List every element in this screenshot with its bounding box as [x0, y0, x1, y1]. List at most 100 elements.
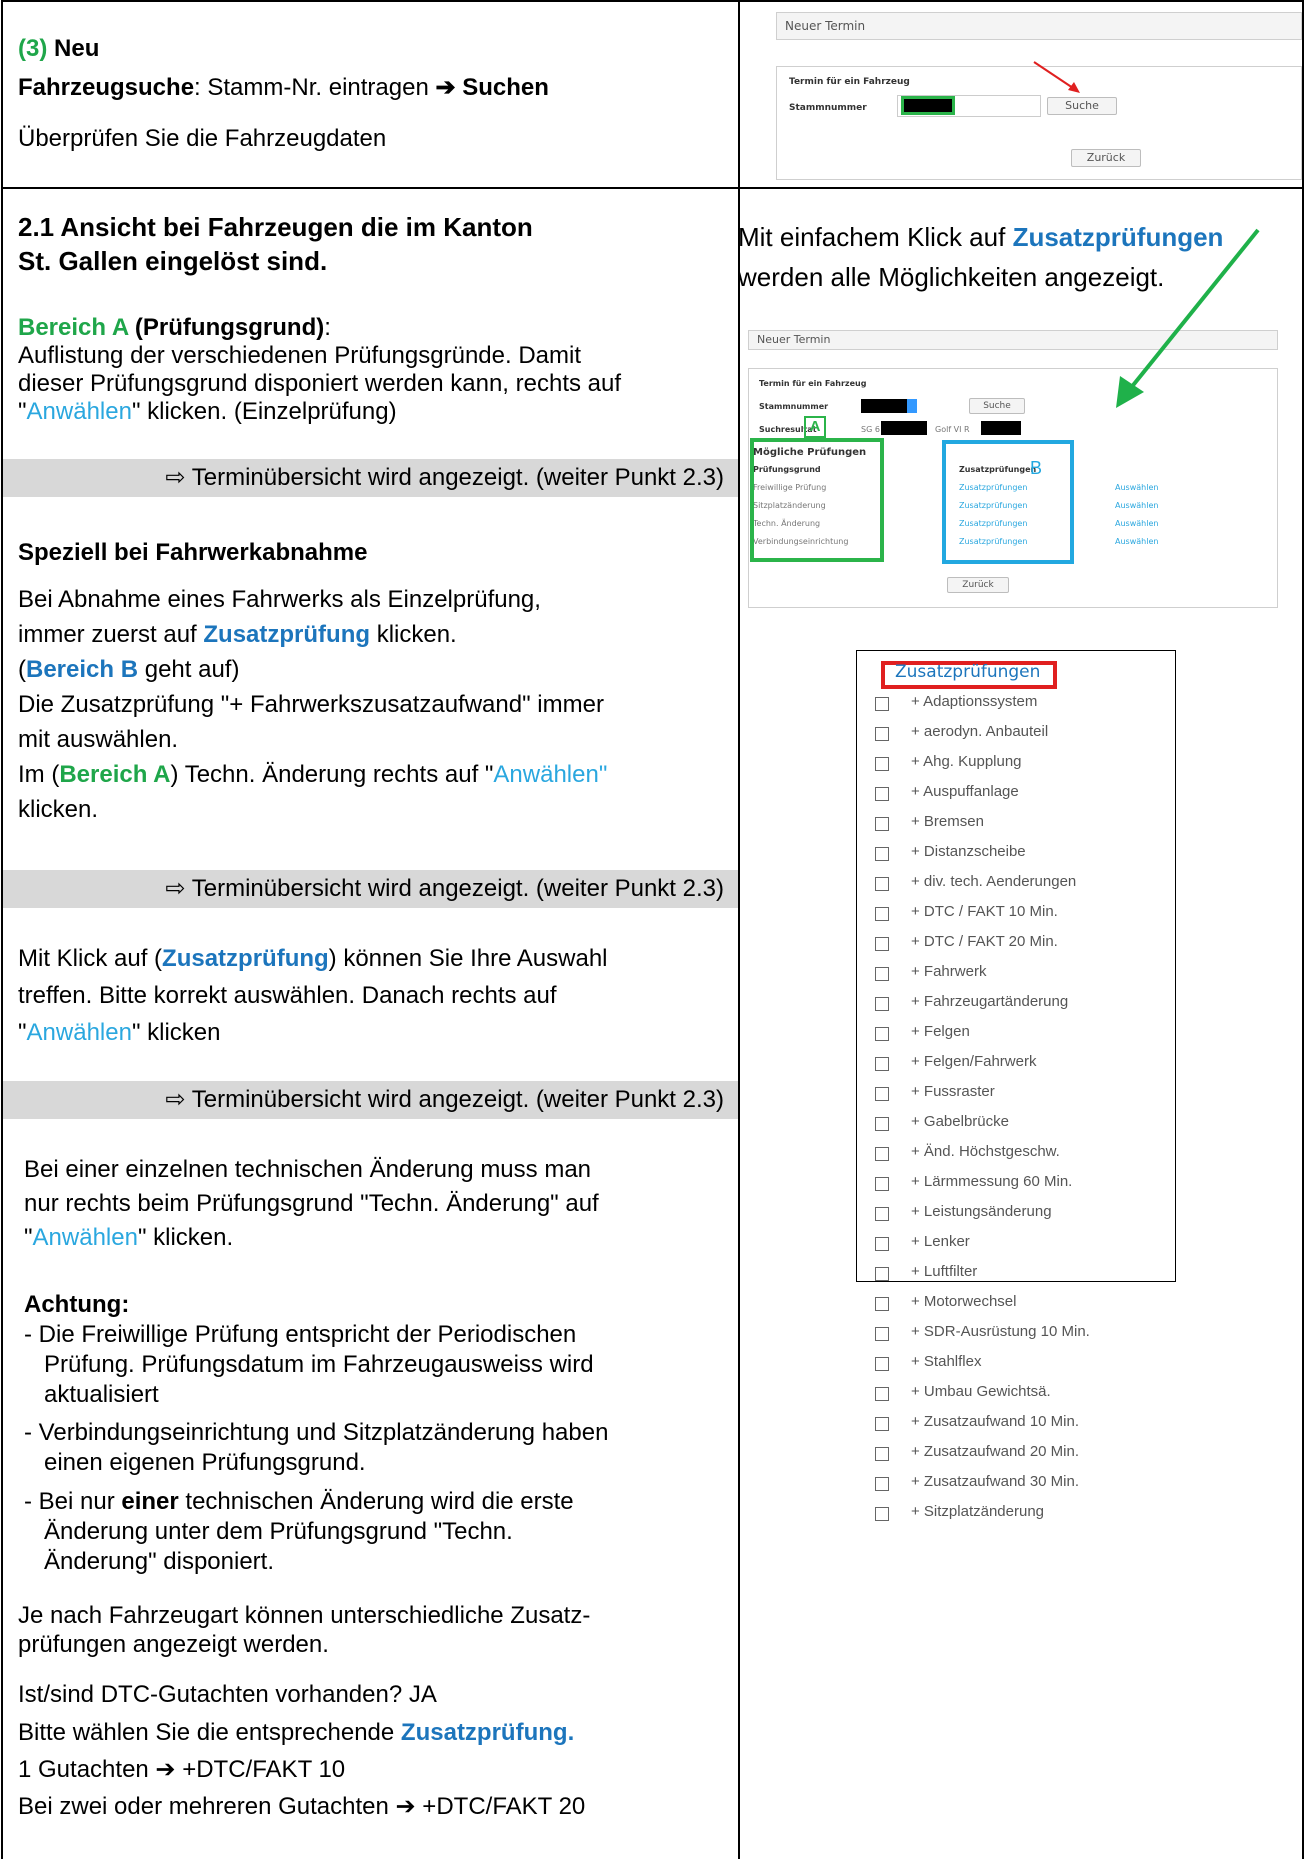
checkbox[interactable] — [875, 1027, 889, 1041]
checkbox-list-item[interactable]: + Fahrzeugartänderung — [857, 989, 1127, 1019]
stammnummer-suffix — [907, 399, 917, 413]
checkbox-list-item[interactable]: + Lärmmessung 60 Min. — [857, 1169, 1127, 1199]
select-link-1[interactable]: Auswählen — [1115, 483, 1158, 492]
checkbox[interactable] — [875, 1117, 889, 1131]
checkbox[interactable] — [875, 877, 889, 891]
checkbox[interactable] — [875, 1147, 889, 1161]
checkbox[interactable] — [875, 1297, 889, 1311]
footer-text-1: Je nach Fahrzeugart können unterschiedli… — [18, 1602, 591, 1629]
checkbox-list-item[interactable]: + Änd. Höchstgeschw. — [857, 1139, 1127, 1169]
select-link-3[interactable]: Auswählen — [1115, 519, 1158, 528]
select-link-4[interactable]: Auswählen — [1115, 537, 1158, 546]
checkbox-list-item[interactable]: + Sitzplatzänderung — [857, 1499, 1127, 1529]
select-link-2[interactable]: Auswählen — [1115, 501, 1158, 510]
area-a-heading: Bereich A (Prüfungsgrund): — [18, 314, 331, 341]
checkbox[interactable] — [875, 697, 889, 711]
step-heading: (3) Neu — [18, 35, 100, 62]
single-change-text-1: Bei einer einzelnen technischen Änderung… — [24, 1156, 592, 1183]
checkbox-list-item[interactable]: + Zusatzaufwand 30 Min. — [857, 1469, 1127, 1499]
checkbox-list-item[interactable]: + Zusatzaufwand 10 Min. — [857, 1409, 1127, 1439]
checkbox-label: + Leistungsänderung — [911, 1203, 1052, 1220]
special-text-6: Im (Bereich A) Techn. Änderung rechts au… — [18, 761, 608, 788]
area-a-text-2: dieser Prüfungsgrund disponiert werden k… — [18, 370, 622, 397]
checkbox-list-item[interactable]: + Lenker — [857, 1229, 1127, 1259]
checkbox-list-item[interactable]: + Motorwechsel — [857, 1289, 1127, 1319]
checkbox[interactable] — [875, 937, 889, 951]
checkbox-label: + Lärmmessung 60 Min. — [911, 1173, 1073, 1190]
checkbox-list-item[interactable]: + Distanzscheibe — [857, 839, 1127, 869]
area-b-highlight — [942, 440, 1074, 564]
attention-item-3c: Änderung" disponiert. — [44, 1548, 275, 1575]
checkbox[interactable] — [875, 1327, 889, 1341]
checkbox[interactable] — [875, 907, 889, 921]
checkbox[interactable] — [875, 1267, 889, 1281]
overview-bar-2: ⇨ Terminübersicht wird angezeigt. (weite… — [3, 870, 738, 908]
special-text-5: mit auswählen. — [18, 726, 179, 753]
footer-text-3: Ist/sind DTC-Gutachten vorhanden? JA — [18, 1681, 437, 1708]
checkbox-list-item[interactable]: + Umbau Gewichtsä. — [857, 1379, 1127, 1409]
checkbox[interactable] — [875, 847, 889, 861]
checkbox[interactable] — [875, 1087, 889, 1101]
checkbox-list-item[interactable]: + aerodyn. Anbauteil — [857, 719, 1127, 749]
checkbox-list-item[interactable]: + Gabelbrücke — [857, 1109, 1127, 1139]
checkbox-list-item[interactable]: + Luftfilter — [857, 1259, 1127, 1289]
checkbox-label: + div. tech. Aenderungen — [911, 873, 1077, 890]
checkbox[interactable] — [875, 1447, 889, 1461]
checkbox[interactable] — [875, 1207, 889, 1221]
outer-top-border — [1, 0, 1304, 2]
single-change-text-2: nur rechts beim Prüfungsgrund "Techn. Än… — [24, 1190, 599, 1217]
checkbox-list-item[interactable]: + Zusatzaufwand 20 Min. — [857, 1439, 1127, 1469]
checkbox-label: + Stahlflex — [911, 1353, 982, 1370]
checkbox-list-item[interactable]: + Felgen — [857, 1019, 1127, 1049]
checkbox-label: + Änd. Höchstgeschw. — [911, 1143, 1060, 1160]
checkbox-list-item[interactable]: + Felgen/Fahrwerk — [857, 1049, 1127, 1079]
attention-item-3: - Bei nur einer technischen Änderung wir… — [24, 1488, 574, 1515]
checkbox[interactable] — [875, 1477, 889, 1491]
checkbox-list-item[interactable]: + Fahrwerk — [857, 959, 1127, 989]
checkbox[interactable] — [875, 727, 889, 741]
stammnummer-input[interactable] — [897, 95, 1041, 117]
list-title[interactable]: Zusatzprüfungen — [895, 662, 1040, 682]
checkbox-list-item[interactable]: + DTC / FAKT 10 Min. — [857, 899, 1127, 929]
checkbox-list-item[interactable]: + Fussraster — [857, 1079, 1127, 1109]
checkbox[interactable] — [875, 1177, 889, 1191]
stammnummer-label-2: Stammnummer — [759, 402, 829, 411]
result-prefix: SG 6 — [861, 425, 880, 434]
checkbox-list-item[interactable]: + SDR-Ausrüstung 10 Min. — [857, 1319, 1127, 1349]
checkbox[interactable] — [875, 1237, 889, 1251]
checkbox[interactable] — [875, 817, 889, 831]
checkbox-list-item[interactable]: + Bremsen — [857, 809, 1127, 839]
check-data-text: Überprüfen Sie die Fahrzeugdaten — [18, 125, 387, 152]
checkbox[interactable] — [875, 1357, 889, 1371]
checkbox-list-item[interactable]: + Leistungsänderung — [857, 1199, 1127, 1229]
checkbox[interactable] — [875, 757, 889, 771]
attention-heading: Achtung: — [24, 1291, 130, 1318]
checkbox-list-item[interactable]: + DTC / FAKT 20 Min. — [857, 929, 1127, 959]
checkbox-label: + Bremsen — [911, 813, 984, 830]
checkbox[interactable] — [875, 967, 889, 981]
checkbox-list-item[interactable]: + Auspuffanlage — [857, 779, 1127, 809]
checkbox-label: + Zusatzaufwand 20 Min. — [911, 1443, 1080, 1460]
special-text-3: (Bereich B geht auf) — [18, 656, 240, 683]
section-heading-line1: 2.1 Ansicht bei Fahrzeugen die im Kanton — [18, 212, 533, 242]
checkbox-list-item[interactable]: + div. tech. Aenderungen — [857, 869, 1127, 899]
checkbox-list-item[interactable]: + Ahg. Kupplung — [857, 749, 1127, 779]
search-button-2[interactable]: Suche — [969, 398, 1025, 414]
checkbox-label: + Sitzplatzänderung — [911, 1503, 1045, 1520]
checkbox[interactable] — [875, 787, 889, 801]
back-button-2[interactable]: Zurück — [947, 577, 1009, 593]
checkbox[interactable] — [875, 997, 889, 1011]
checkbox-list-item[interactable]: + Adaptionssystem — [857, 689, 1127, 719]
checkbox-list-item[interactable]: + Stahlflex — [857, 1349, 1127, 1379]
checkbox[interactable] — [875, 1387, 889, 1401]
checkbox[interactable] — [875, 1057, 889, 1071]
attention-item-1c: aktualisiert — [44, 1381, 159, 1408]
overview-bar-1: ⇨ Terminübersicht wird angezeigt. (weite… — [3, 459, 738, 497]
checkbox[interactable] — [875, 1417, 889, 1431]
result-model: Golf VI R — [935, 425, 970, 434]
checkbox-label: + Lenker — [911, 1233, 970, 1250]
area-a-highlight — [750, 438, 884, 562]
checkbox[interactable] — [875, 1507, 889, 1521]
back-button[interactable]: Zurück — [1071, 149, 1141, 167]
stammnummer-label: Stammnummer — [789, 103, 867, 113]
